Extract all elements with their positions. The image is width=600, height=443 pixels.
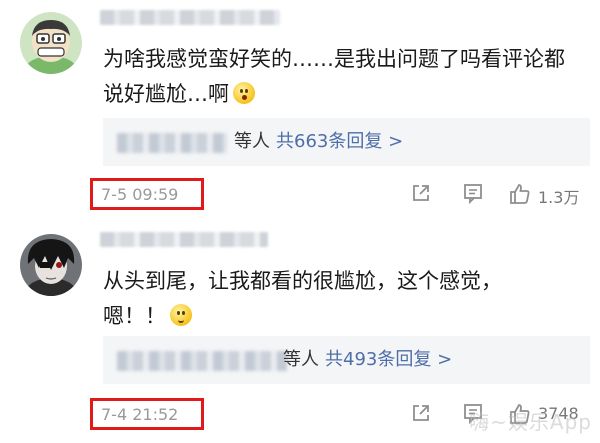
- reply-summary-text[interactable]: 等人 共663条回复 >: [234, 130, 403, 154]
- reply-users-suffix: 等人: [283, 349, 319, 370]
- username-blurred[interactable]: [100, 10, 280, 25]
- avatar[interactable]: [20, 12, 82, 74]
- reply-count-link[interactable]: 共493条回复 >: [325, 349, 452, 370]
- avatar[interactable]: [20, 234, 82, 296]
- smiling-face-icon: [170, 304, 192, 326]
- reply-summary-text[interactable]: 等人 共493条回复 >: [283, 348, 452, 372]
- comment-item: 为啥我感觉蛮好笑的……是我出问题了吗看评论都 说好尴尬…啊 等人 共663条回复 …: [0, 0, 600, 222]
- watermark: 嗨~娱乐App: [469, 410, 592, 434]
- comment-icon[interactable]: [462, 182, 484, 204]
- like-count: 1.3万: [538, 188, 580, 207]
- reply-summary[interactable]: 等人 共663条回复 >: [103, 118, 590, 166]
- comment-text: 从头到尾，让我都看的很尴尬，这个感觉， 嗯！！: [103, 269, 502, 328]
- reply-count-link[interactable]: 共663条回复 >: [276, 131, 403, 152]
- timestamp-highlight: 7-5 09:59: [90, 178, 204, 210]
- astonished-face-icon: [233, 82, 255, 104]
- share-icon[interactable]: [410, 402, 432, 424]
- timestamp: 7-4 21:52: [101, 405, 179, 424]
- reply-users-suffix: 等人: [234, 131, 270, 152]
- reply-summary[interactable]: 等人 共493条回复 >: [103, 336, 590, 384]
- comment-text: 为啥我感觉蛮好笑的……是我出问题了吗看评论都 说好尴尬…啊: [103, 47, 565, 106]
- timestamp: 7-5 09:59: [101, 185, 179, 204]
- share-icon[interactable]: [410, 182, 432, 204]
- thumbs-up-icon[interactable]: [508, 182, 532, 206]
- timestamp-highlight: 7-4 21:52: [90, 398, 204, 430]
- reply-users-blurred: [117, 133, 227, 153]
- username-blurred[interactable]: [100, 232, 268, 247]
- reply-users-blurred: [117, 351, 287, 371]
- comment-meta: 7-5 09:59 1.3万: [0, 174, 600, 214]
